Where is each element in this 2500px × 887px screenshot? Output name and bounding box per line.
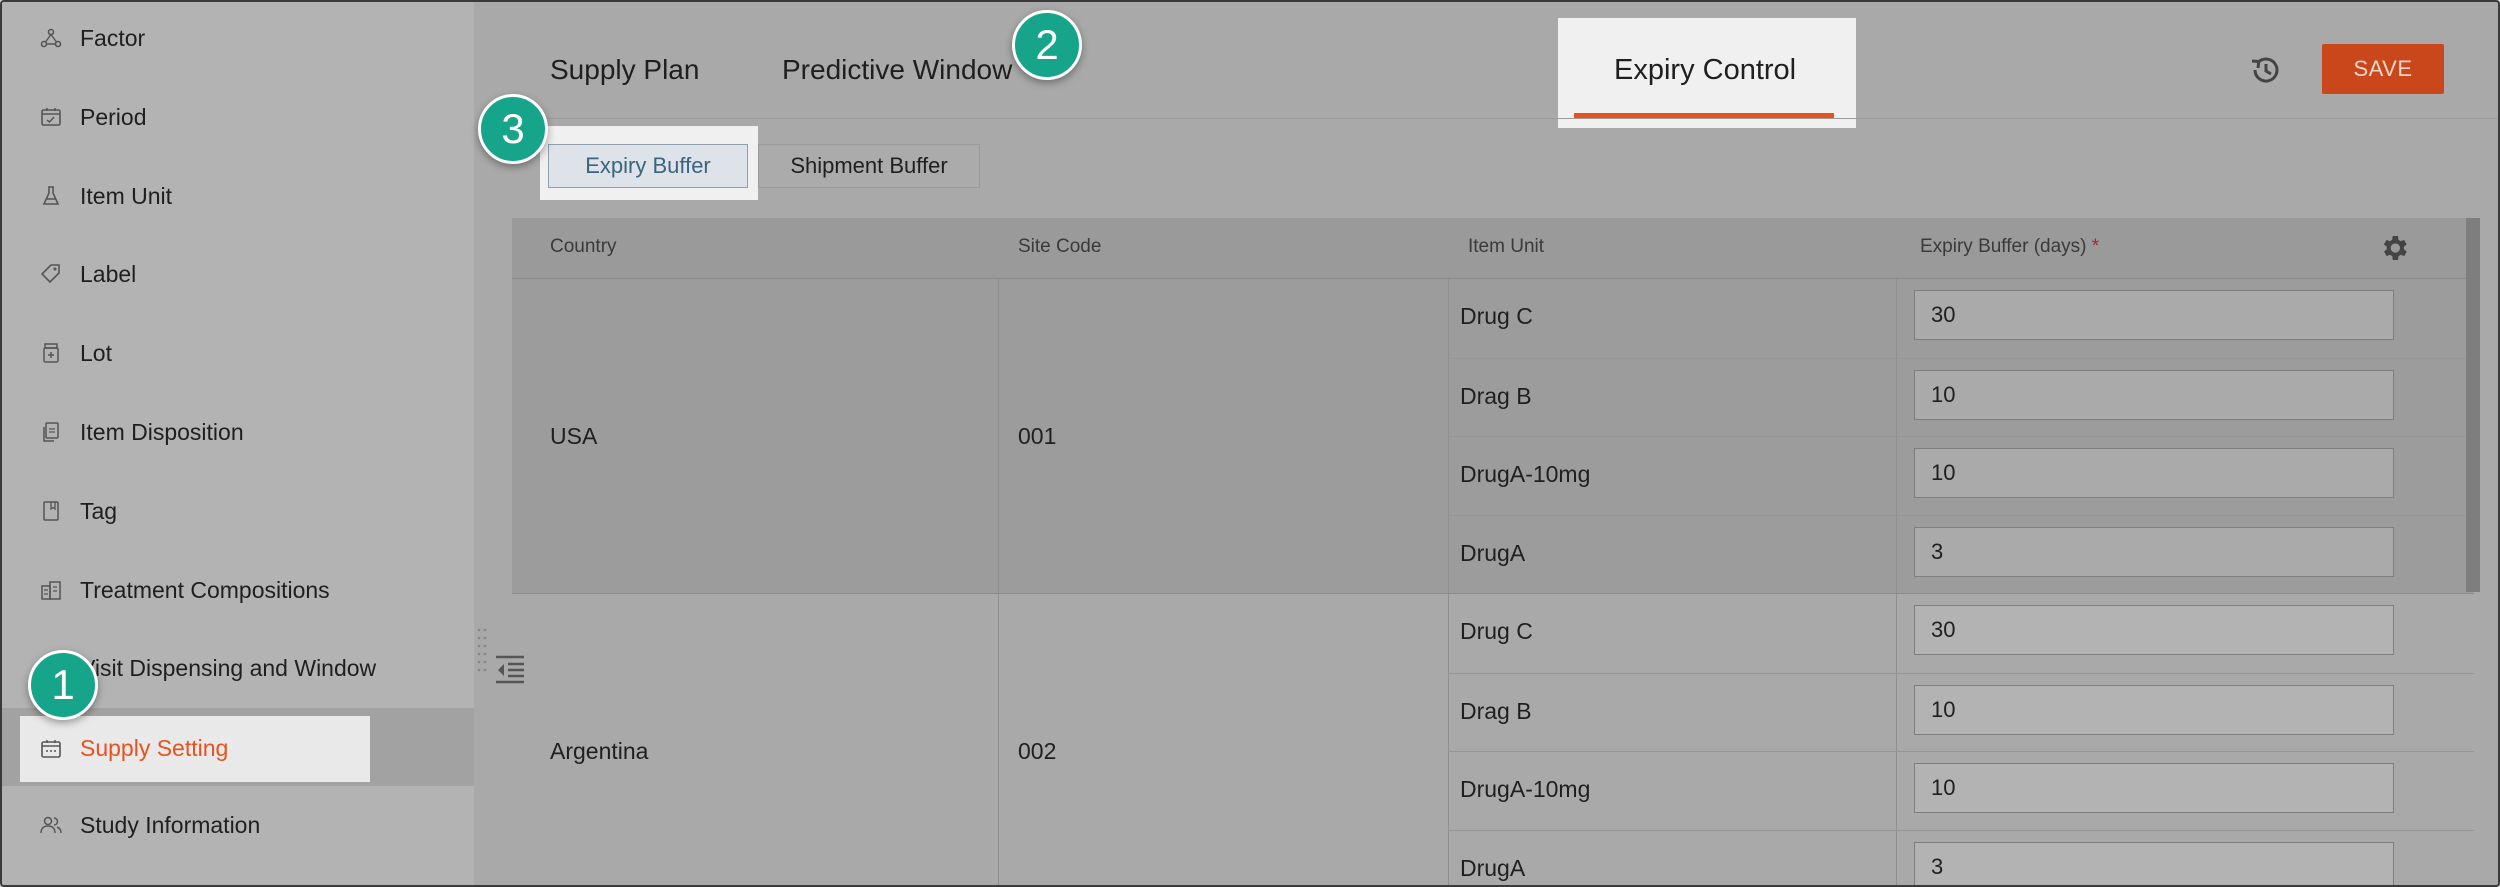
cell-item-unit: Drag B [1460, 698, 1532, 724]
medicine-bottle-icon [38, 340, 64, 366]
expiry-buffer-input[interactable] [1914, 605, 2394, 655]
cell-site-code: 002 [1018, 738, 1057, 764]
app-window: Factor Period Item Unit Label Lot Item D… [0, 0, 2500, 887]
cell-country: Argentina [550, 738, 649, 764]
table-group: Argentina 002 Drug C Drag B DrugA-10mg [512, 593, 2474, 885]
tab-predictive-window[interactable]: Predictive Window [782, 54, 1012, 86]
sidebar-item-label: Factor [80, 24, 146, 51]
sidebar-item-tag[interactable]: Tag [2, 472, 474, 550]
tab-expiry-control[interactable]: Expiry Control [1558, 18, 1856, 128]
cell-item-unit: Drug C [1460, 303, 1533, 329]
cell-country: USA [550, 423, 598, 449]
sidebar-item-label: Study Information [80, 811, 261, 838]
table-scrollbar[interactable] [2466, 218, 2480, 592]
resize-grip[interactable] [476, 626, 488, 676]
cell-item-unit: DrugA-10mg [1460, 776, 1591, 802]
expiry-buffer-table: Country Site Code Item Unit Expiry Buffe… [512, 218, 2474, 885]
document-copy-icon [38, 419, 64, 445]
factor-icon [38, 25, 64, 51]
supply-setting-highlight: Supply Setting [20, 716, 370, 782]
cell-site-code: 001 [1018, 423, 1057, 449]
sidebar-item-item-disposition[interactable]: Item Disposition [2, 393, 474, 471]
sidebar-item-label: Item Unit [80, 182, 173, 209]
tag-icon [38, 261, 64, 287]
header-item-unit: Item Unit [1468, 236, 1545, 257]
expiry-buffer-input[interactable] [1914, 842, 2394, 885]
step-badge-1: 1 [28, 650, 98, 720]
people-icon [38, 812, 64, 838]
supply-calendar-icon [38, 736, 64, 762]
expiry-buffer-input[interactable] [1914, 290, 2394, 340]
tab-divider [512, 118, 2498, 119]
expiry-buffer-input[interactable] [1914, 527, 2394, 577]
expiry-buffer-input[interactable] [1914, 763, 2394, 813]
tab-label: Expiry Control [1614, 54, 1797, 86]
main-content: Supply Plan Predictive Window Expiry Con… [512, 2, 2498, 885]
sidebar-item-lot[interactable]: Lot [2, 314, 474, 392]
table-row: Drag B [1448, 673, 2474, 752]
sidebar-item-label: Period [80, 103, 147, 130]
sidebar-item-label: Visit Dispensing and Window [80, 654, 377, 681]
table-row: Drug C [1448, 594, 2474, 672]
table-group: USA 001 Drug C Drag B DrugA-10mg [512, 279, 2474, 593]
step-badge-2: 2 [1012, 10, 1082, 80]
table-row: DrugA-10mg [1448, 751, 2474, 830]
required-mark: * [2091, 236, 2100, 257]
save-button[interactable]: SAVE [2322, 44, 2444, 94]
step-badge-3: 3 [478, 94, 548, 164]
gear-icon[interactable] [2378, 232, 2410, 264]
column-divider [998, 594, 999, 885]
header-country: Country [550, 236, 617, 257]
cell-item-unit: DrugA [1460, 540, 1526, 566]
cell-item-unit: Drag B [1460, 383, 1532, 409]
history-icon[interactable] [2246, 50, 2286, 90]
table-row: DrugA [1448, 830, 2474, 885]
table-row: DrugA [1448, 515, 2474, 594]
sidebar-item-label: Tag [80, 497, 118, 524]
subtab-expiry-buffer[interactable]: Expiry Buffer [548, 144, 748, 188]
sidebar-item-study-information[interactable]: Study Information [2, 786, 474, 864]
sidebar-item-item-unit[interactable]: Item Unit [2, 157, 474, 235]
calendar-icon [38, 104, 64, 130]
sidebar-item-label: Lot [80, 339, 112, 366]
header-expiry-buffer: Expiry Buffer (days) * [1920, 236, 2099, 258]
cell-item-unit: DrugA [1460, 855, 1526, 881]
table-row: Drug C [1448, 279, 2474, 357]
table-row: Drag B [1448, 358, 2474, 437]
sidebar-item-label: Item Disposition [80, 418, 244, 445]
compositions-icon [38, 577, 64, 603]
sidebar-item-factor[interactable]: Factor [2, 2, 474, 77]
sidebar-item-period[interactable]: Period [2, 78, 474, 156]
flask-icon [38, 183, 64, 209]
table-header: Country Site Code Item Unit Expiry Buffe… [512, 218, 2474, 279]
tab-supply-plan[interactable]: Supply Plan [550, 54, 699, 86]
expiry-buffer-input[interactable] [1914, 448, 2394, 498]
sidebar-item-label-nav[interactable]: Label [2, 235, 474, 313]
subtab-shipment-buffer[interactable]: Shipment Buffer [758, 144, 980, 188]
cell-item-unit: Drug C [1460, 618, 1533, 644]
column-divider [998, 279, 999, 593]
cell-item-unit: DrugA-10mg [1460, 461, 1591, 487]
sidebar-item-label: Label [80, 260, 137, 287]
sidebar-item-label: Supply Setting [80, 735, 229, 761]
bookmark-icon [38, 498, 64, 524]
expiry-buffer-input[interactable] [1914, 370, 2394, 420]
sidebar-item-treatment-compositions[interactable]: Treatment Compositions [2, 551, 474, 629]
sidebar: Factor Period Item Unit Label Lot Item D… [2, 2, 474, 885]
sidebar-item-label: Treatment Compositions [80, 576, 330, 603]
sidebar-item-supply-setting[interactable]: Supply Setting [2, 708, 474, 786]
expiry-buffer-input[interactable] [1914, 685, 2394, 735]
header-site-code: Site Code [1018, 236, 1102, 257]
header-expiry-buffer-label: Expiry Buffer (days) [1920, 236, 2087, 257]
table-row: DrugA-10mg [1448, 436, 2474, 515]
